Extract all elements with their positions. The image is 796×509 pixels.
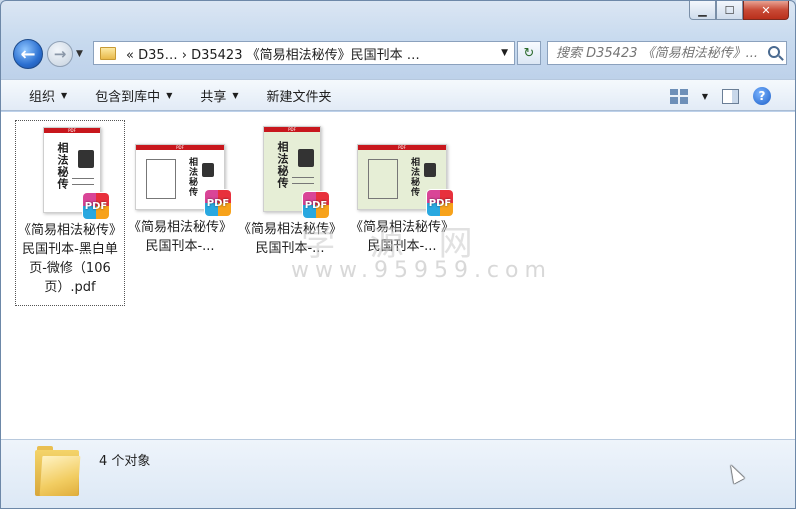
- new-folder-label: 新建文件夹: [266, 89, 332, 105]
- seal-icon: [298, 149, 314, 167]
- caption-buttons: ▁ ☐ ✕: [689, 1, 789, 21]
- pdf-thumbnail: PDF 相法秘传 PDF: [357, 144, 453, 216]
- pdf-icon: PDF: [83, 193, 109, 219]
- close-button[interactable]: ✕: [743, 1, 789, 20]
- file-name[interactable]: 《简易相法秘传》民国刊本-黑白单页-微修（106页）.pdf: [17, 221, 123, 297]
- watermark-url: www.95959.com: [291, 258, 552, 283]
- file-item[interactable]: PDF 相法秘传 PDF 《简易相法秘传》民国刊本-黑白单页-微修（106页）.…: [15, 120, 125, 306]
- seal-icon: [424, 163, 436, 177]
- include-in-library-menu[interactable]: 包含到库中 ▼: [81, 86, 186, 105]
- pdf-bar-label: PDF: [44, 128, 100, 133]
- forward-arrow-icon: →: [53, 45, 67, 63]
- explorer-window: ▁ ☐ ✕ ← → ▼ « D35… › D35423 《简易相法秘传》民国刊本…: [0, 0, 796, 509]
- address-row: ← → ▼ « D35… › D35423 《简易相法秘传》民国刊本 … ▼ ↻: [11, 39, 787, 69]
- pdf-bar-label: PDF: [136, 145, 224, 150]
- address-path[interactable]: « D35… › D35423 《简易相法秘传》民国刊本 …: [126, 44, 420, 63]
- change-view-icon[interactable]: [669, 88, 688, 104]
- recent-pages-dropdown[interactable]: ▼: [76, 49, 83, 59]
- page-left-frame: [368, 159, 398, 199]
- text-line: [72, 178, 94, 179]
- pdf-bar-label: PDF: [358, 145, 446, 150]
- organize-menu[interactable]: 组织 ▼: [1, 86, 81, 105]
- details-pane: 4 个对象: [1, 439, 795, 508]
- folder-icon: [100, 46, 116, 60]
- text-line: [292, 183, 314, 184]
- refresh-button[interactable]: ↻: [517, 41, 541, 65]
- pdf-thumbnail: PDF 相法秘传 PDF: [39, 127, 109, 219]
- file-item[interactable]: PDF 相法秘传 PDF 《简易相法秘传》民国刊本-...: [125, 120, 235, 306]
- text-line: [72, 184, 94, 185]
- preview-pane-icon[interactable]: [722, 88, 739, 104]
- view-dropdown-icon[interactable]: ▼: [702, 92, 708, 101]
- folder-icon: [35, 444, 81, 496]
- back-arrow-icon: ←: [20, 43, 36, 65]
- thumb-title: 相法秘传: [276, 141, 289, 189]
- share-label: 共享: [200, 89, 227, 105]
- thumb-title: 相法秘传: [409, 157, 419, 197]
- thumb-title: 相法秘传: [56, 142, 69, 190]
- toolbar-right: ▼ ?: [669, 87, 771, 105]
- item-count: 4 个对象: [99, 454, 151, 469]
- maximize-button[interactable]: ☐: [716, 1, 743, 20]
- file-name[interactable]: 《简易相法秘传》民国刊本-...: [127, 218, 233, 256]
- organize-label: 组织: [29, 89, 56, 105]
- pdf-icon: PDF: [427, 190, 453, 216]
- chevron-down-icon: ▼: [166, 90, 173, 100]
- address-dropdown-icon[interactable]: ▼: [501, 48, 508, 58]
- seal-icon: [202, 163, 214, 177]
- pdf-icon: PDF: [205, 190, 231, 216]
- help-icon[interactable]: ?: [753, 87, 771, 105]
- text-line: [292, 177, 314, 178]
- forward-button[interactable]: →: [47, 41, 73, 67]
- pdf-icon: PDF: [303, 192, 329, 218]
- pdf-thumbnail: PDF 相法秘传 PDF: [135, 144, 231, 216]
- back-button[interactable]: ←: [13, 39, 43, 69]
- search-input[interactable]: [556, 45, 766, 61]
- pdf-thumbnail: PDF 相法秘传 PDF: [259, 126, 329, 218]
- pdf-bar-label: PDF: [264, 127, 320, 132]
- mouse-cursor-icon: [725, 462, 745, 484]
- include-in-library-label: 包含到库中: [95, 89, 161, 105]
- address-bar[interactable]: « D35… › D35423 《简易相法秘传》民国刊本 … ▼: [93, 41, 515, 65]
- file-list[interactable]: PDF 相法秘传 PDF 《简易相法秘传》民国刊本-黑白单页-微修（106页）.…: [1, 112, 795, 439]
- minimize-button[interactable]: ▁: [689, 1, 716, 20]
- refresh-icon: ↻: [523, 45, 535, 61]
- thumb-title: 相法秘传: [187, 157, 197, 197]
- search-box[interactable]: [547, 41, 787, 65]
- new-folder-button[interactable]: 新建文件夹: [253, 86, 346, 105]
- chevron-down-icon: ▼: [232, 90, 239, 100]
- page-left-frame: [146, 159, 176, 199]
- search-icon[interactable]: [768, 46, 780, 58]
- share-menu[interactable]: 共享 ▼: [186, 86, 252, 105]
- command-toolbar: 组织 ▼ 包含到库中 ▼ 共享 ▼ 新建文件夹 ▼ ?: [1, 79, 795, 111]
- seal-icon: [78, 150, 94, 168]
- chevron-down-icon: ▼: [61, 90, 68, 100]
